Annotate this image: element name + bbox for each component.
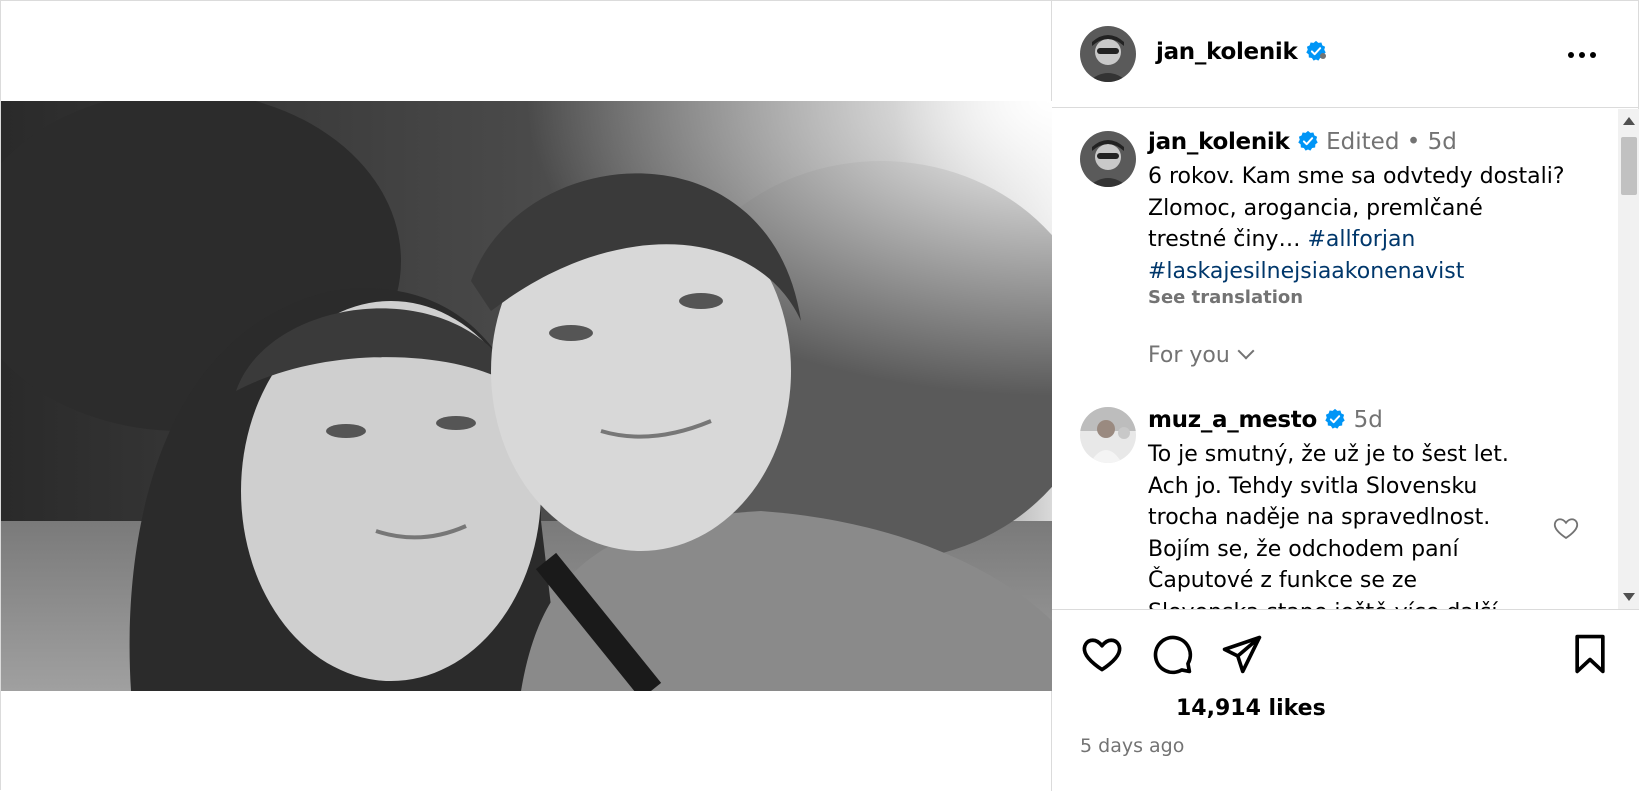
post-dialog: jan_kolenik jan_kolenik Edited • 5d 6 ro… bbox=[0, 0, 1639, 791]
caption-header: jan_kolenik Edited • 5d bbox=[1148, 129, 1457, 155]
verified-icon bbox=[1325, 408, 1346, 429]
heart-icon bbox=[1082, 638, 1122, 672]
comment-icon bbox=[1153, 635, 1193, 675]
post-timestamp[interactable]: 5 days ago bbox=[1080, 735, 1184, 757]
post-header: jan_kolenik bbox=[1052, 1, 1639, 108]
comment-text: To je smutný, že už je to šest let. Ach … bbox=[1148, 442, 1509, 609]
scroll-up-arrow[interactable] bbox=[1623, 117, 1635, 125]
caption-avatar[interactable] bbox=[1080, 131, 1136, 187]
commenter-avatar[interactable] bbox=[1080, 407, 1136, 463]
hashtag-link[interactable]: #laskajesilnejsiaakonenavist bbox=[1148, 259, 1464, 284]
scrollbar[interactable] bbox=[1618, 109, 1639, 609]
verified-icon bbox=[1298, 130, 1318, 151]
photo-image bbox=[1, 101, 1052, 691]
more-options-button[interactable] bbox=[1562, 41, 1602, 69]
scroll-down-arrow[interactable] bbox=[1623, 593, 1635, 601]
comment-age[interactable]: 5d bbox=[1354, 407, 1383, 433]
save-button[interactable] bbox=[1568, 632, 1612, 676]
chevron-down-icon bbox=[1237, 342, 1255, 360]
post-side-panel: jan_kolenik jan_kolenik Edited • 5d 6 ro… bbox=[1052, 1, 1639, 791]
share-button[interactable] bbox=[1220, 632, 1264, 676]
caption-age[interactable]: 5d bbox=[1428, 129, 1457, 155]
scrollbar-thumb[interactable] bbox=[1621, 137, 1637, 195]
edited-label: Edited bbox=[1326, 129, 1400, 155]
caption-username[interactable]: jan_kolenik bbox=[1148, 129, 1290, 155]
comment-username[interactable]: muz_a_mesto bbox=[1148, 407, 1317, 433]
post-photo[interactable] bbox=[1, 101, 1052, 691]
for-you-dropdown[interactable]: For you bbox=[1148, 342, 1255, 368]
post-actions: 14,914 likes 5 days ago bbox=[1052, 609, 1639, 791]
comment-header: muz_a_mesto 5d bbox=[1148, 407, 1383, 433]
separator-dot bbox=[1320, 53, 1326, 59]
author-username[interactable]: jan_kolenik bbox=[1156, 39, 1327, 65]
more-icon bbox=[1568, 52, 1574, 58]
author-avatar[interactable] bbox=[1080, 26, 1136, 82]
caption-text: 6 rokov. Kam sme sa odvtedy dostali? Zlo… bbox=[1148, 164, 1565, 284]
share-icon bbox=[1222, 635, 1262, 674]
comments-scroll-area[interactable]: jan_kolenik Edited • 5d 6 rokov. Kam sme… bbox=[1052, 109, 1639, 609]
bookmark-icon bbox=[1575, 634, 1605, 674]
likes-count[interactable]: 14,914 likes bbox=[1176, 696, 1326, 721]
hashtag-link[interactable]: #allforjan bbox=[1307, 227, 1415, 252]
see-translation-button[interactable]: See translation bbox=[1148, 287, 1303, 308]
comment-button[interactable] bbox=[1150, 632, 1194, 676]
comment-like-button[interactable] bbox=[1552, 514, 1580, 542]
post-media bbox=[1, 1, 1052, 791]
caption-separator: • bbox=[1406, 129, 1421, 155]
heart-icon bbox=[1553, 518, 1579, 540]
like-button[interactable] bbox=[1080, 632, 1124, 676]
